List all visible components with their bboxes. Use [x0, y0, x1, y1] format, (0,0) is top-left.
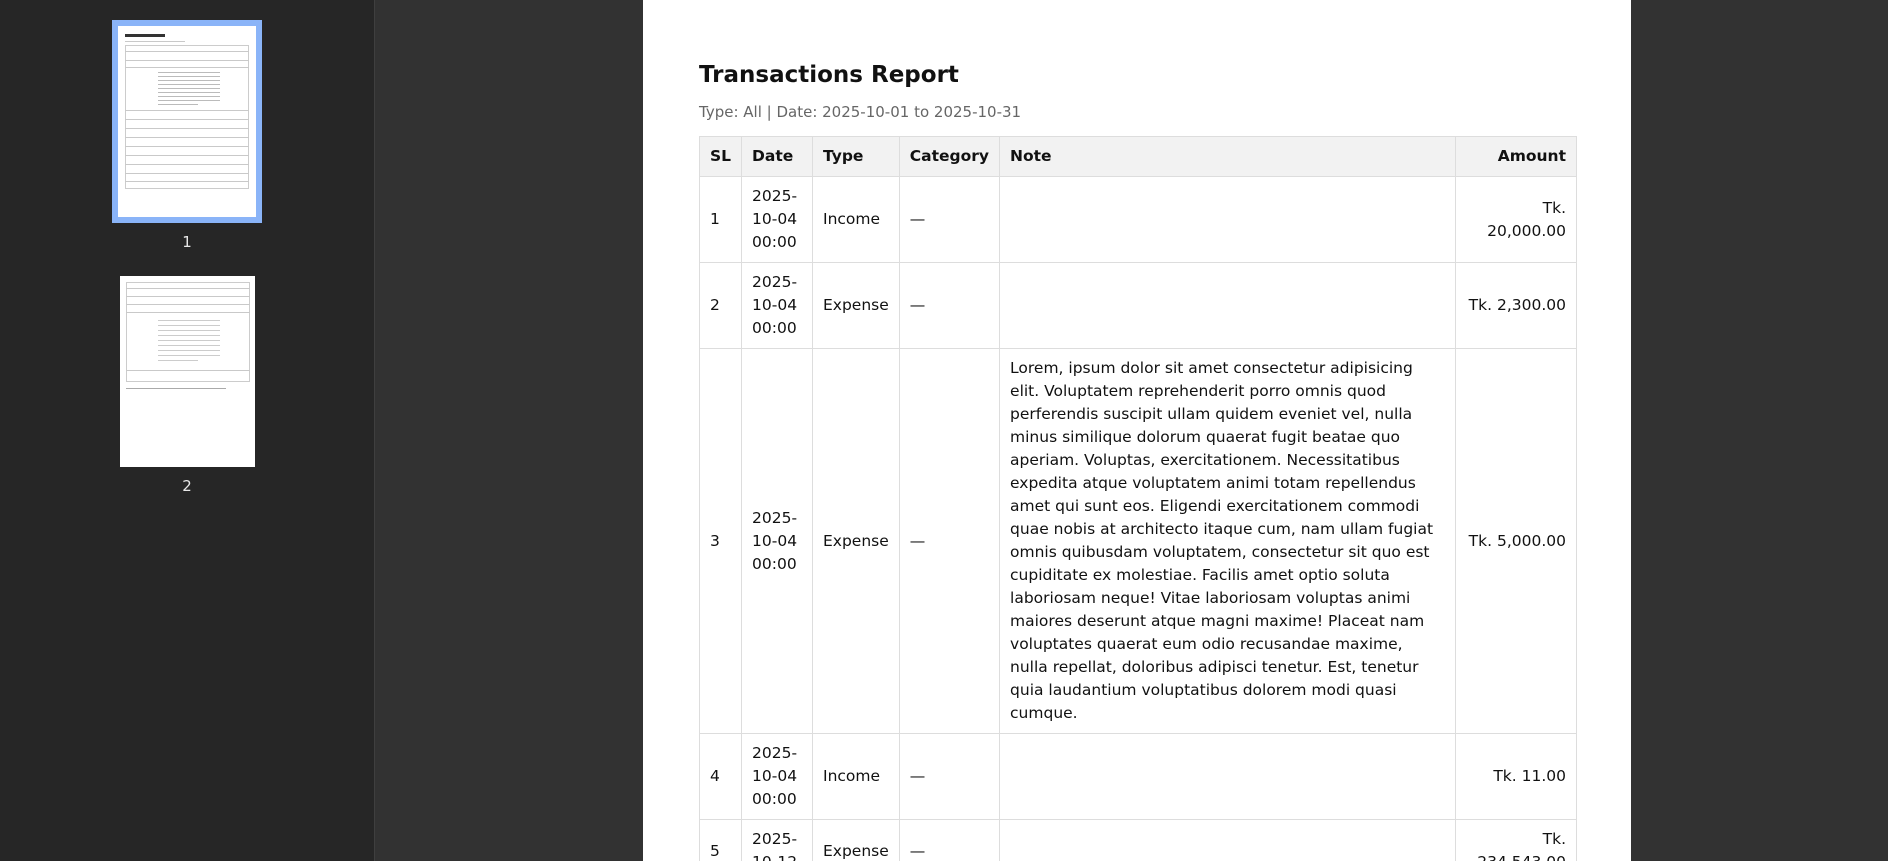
cell-type: Expense	[812, 348, 900, 734]
column-header-sl: SL	[698, 136, 743, 177]
cell-amount: Tk. 11.00	[1455, 733, 1577, 820]
cell-date: 2025-10-04 00:00	[741, 262, 813, 349]
cell-category: —	[898, 176, 1001, 263]
cell-sl: 1	[698, 176, 743, 263]
cell-sl: 2	[698, 262, 743, 349]
cell-category: —	[898, 733, 1001, 820]
cell-date: 2025-10-12	[741, 819, 813, 861]
page-thumbnail-1-label: 1	[182, 233, 192, 251]
report-title: Transactions Report	[699, 62, 959, 88]
cell-type: Expense	[812, 262, 900, 349]
cell-type: Income	[812, 176, 900, 263]
table-row: 3 2025-10-04 00:00 Expense — Lorem, ipsu…	[698, 348, 1577, 734]
page-thumbnail-2[interactable]: 2	[113, 276, 261, 495]
page-thumbnail-1-preview[interactable]	[112, 20, 262, 223]
table-row: 4 2025-10-04 00:00 Income — Tk. 11.00	[698, 733, 1577, 820]
column-header-type: Type	[812, 136, 900, 177]
report-filter-summary: Type: All | Date: 2025-10-01 to 2025-10-…	[699, 103, 1022, 121]
cell-amount: Tk. 234,543.00	[1455, 819, 1577, 861]
thumbnail-sidebar[interactable]: 1 2	[0, 0, 375, 861]
cell-amount: Tk. 2,300.00	[1455, 262, 1577, 349]
column-header-date: Date	[741, 136, 813, 177]
cell-date: 2025-10-04 00:00	[741, 733, 813, 820]
pdf-viewer: 1 2 Transactions Report Type: All | Date…	[0, 0, 1888, 861]
cell-sl: 3	[698, 348, 743, 734]
cell-category: —	[898, 348, 1001, 734]
column-header-category: Category	[898, 136, 1001, 177]
column-header-amount: Amount	[1455, 136, 1577, 177]
cell-amount: Tk. 5,000.00	[1455, 348, 1577, 734]
transactions-table: SL Date Type Category Note Amount 1 2025…	[698, 136, 1577, 861]
cell-note	[999, 733, 1457, 820]
cell-sl: 4	[698, 733, 743, 820]
cell-note	[999, 262, 1457, 349]
cell-date: 2025-10-04 00:00	[741, 176, 813, 263]
document-viewer[interactable]: Transactions Report Type: All | Date: 20…	[375, 0, 1888, 861]
cell-type: Expense	[812, 819, 900, 861]
cell-amount: Tk. 20,000.00	[1455, 176, 1577, 263]
cell-date: 2025-10-04 00:00	[741, 348, 813, 734]
column-header-note: Note	[999, 136, 1457, 177]
table-row: 2 2025-10-04 00:00 Expense — Tk. 2,300.0…	[698, 262, 1577, 349]
cell-sl: 5	[698, 819, 743, 861]
document-page: Transactions Report Type: All | Date: 20…	[643, 0, 1631, 861]
cell-note	[999, 819, 1457, 861]
table-row: 5 2025-10-12 Expense — Tk. 234,543.00	[698, 819, 1577, 861]
cell-type: Income	[812, 733, 900, 820]
page-thumbnail-2-label: 2	[182, 477, 192, 495]
page-thumbnail-2-preview[interactable]	[120, 276, 255, 467]
cell-note	[999, 176, 1457, 263]
cell-note: Lorem, ipsum dolor sit amet consectetur …	[999, 348, 1457, 734]
table-header-row: SL Date Type Category Note Amount	[698, 136, 1577, 177]
table-row: 1 2025-10-04 00:00 Income — Tk. 20,000.0…	[698, 176, 1577, 263]
cell-category: —	[898, 819, 1001, 861]
cell-category: —	[898, 262, 1001, 349]
page-thumbnail-1[interactable]: 1	[112, 20, 262, 251]
